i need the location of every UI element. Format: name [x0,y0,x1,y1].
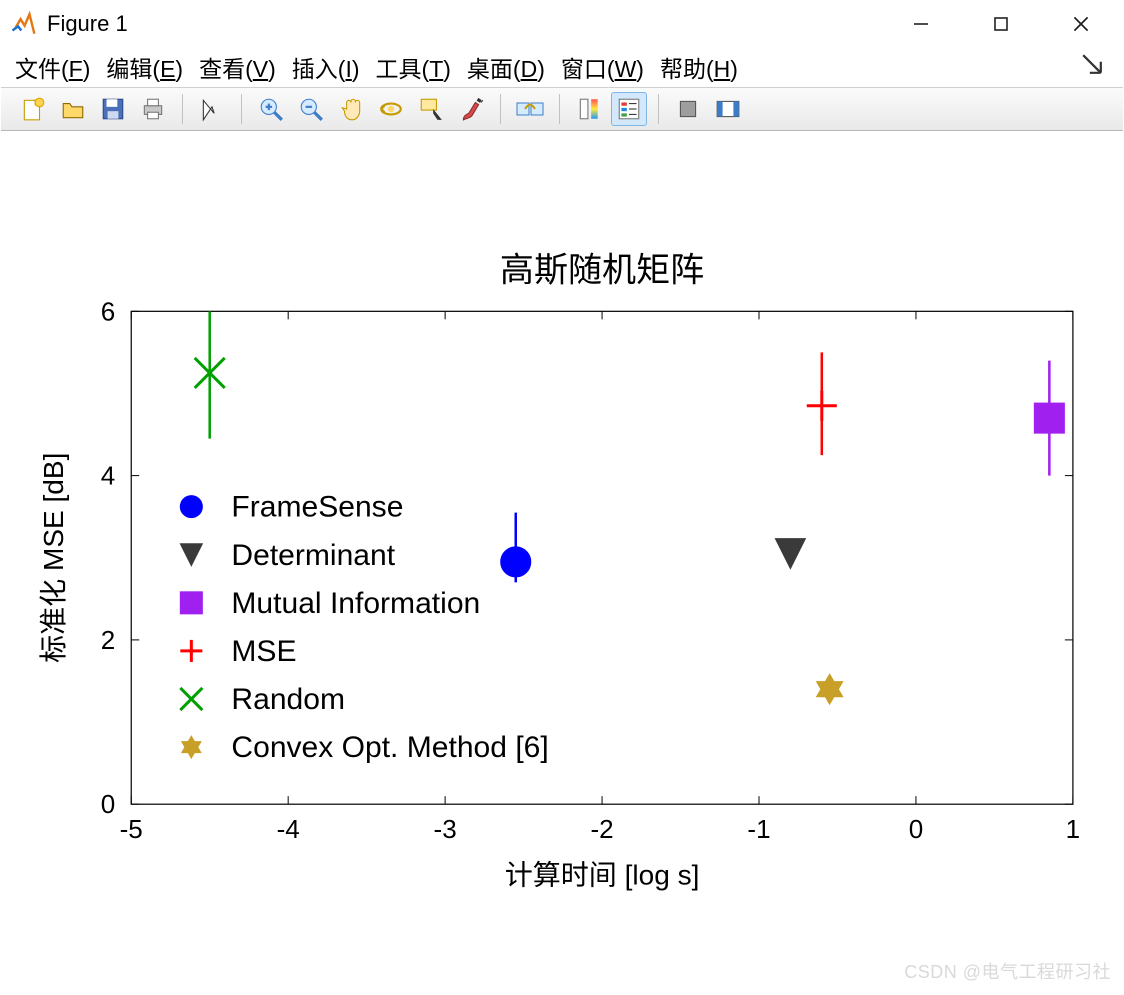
watermark: CSDN @电气工程研习社 [904,958,1111,984]
insert-legend-icon[interactable] [611,92,647,126]
svg-text:4: 4 [101,461,115,491]
dock-figure-button[interactable] [1081,53,1113,81]
svg-text:计算时间 [log s]: 计算时间 [log s] [505,859,700,890]
svg-text:MSE: MSE [231,635,296,668]
menu-edit[interactable]: 编辑(E) [102,50,187,84]
menu-help[interactable]: 帮助(H) [656,50,742,84]
svg-text:高斯随机矩阵: 高斯随机矩阵 [500,251,704,289]
svg-text:-4: -4 [277,814,300,844]
svg-text:6: 6 [101,296,115,326]
title-bar: Figure 1 [1,1,1123,47]
menu-tools[interactable]: 工具(T) [372,50,455,84]
show-plot-tools-icon[interactable] [710,92,746,126]
menu-file[interactable]: 文件(F) [11,50,94,84]
edit-plot-icon[interactable] [194,92,230,126]
data-cursor-icon[interactable] [413,92,449,126]
zoom-out-icon[interactable] [293,92,329,126]
svg-text:-2: -2 [590,814,613,844]
legend-item[interactable]: Convex Opt. Method [6] [182,731,549,764]
scatter-plot: -5 -4 -3 -2 -1 0 1 0 2 4 6 高斯随机矩阵计算时间 [log s] 标准化 MS… [1,133,1123,995]
window-title: Figure 1 [47,11,128,37]
matlab-app-icon [9,10,37,38]
figure-canvas[interactable]: -5 -4 -3 -2 -1 0 1 0 2 4 6 高斯随机矩阵计算时间 [log s] 标准化 MS… [1,133,1123,994]
link-plots-icon[interactable] [512,92,548,126]
menu-view[interactable]: 查看(V) [195,50,280,84]
svg-text:1: 1 [1066,814,1080,844]
pan-icon[interactable] [333,92,369,126]
figure-toolbar [1,87,1123,131]
svg-text:Convex Opt. Method [6]: Convex Opt. Method [6] [231,731,548,764]
new-figure-icon[interactable] [15,92,51,126]
print-icon[interactable] [135,92,171,126]
menu-insert[interactable]: 插入(I) [288,50,364,84]
svg-text:-3: -3 [434,814,457,844]
window-close-button[interactable] [1061,4,1101,44]
menu-desktop[interactable]: 桌面(D) [463,50,549,84]
figure-window: Figure 1 文件(F) 编辑(E) 查看(V) 插入(I) 工具(T) 桌… [0,0,1124,995]
svg-text:-5: -5 [120,814,143,844]
svg-text:-1: -1 [747,814,770,844]
svg-text:Random: Random [231,683,345,716]
hide-plot-tools-icon[interactable] [670,92,706,126]
insert-colorbar-icon[interactable] [571,92,607,126]
window-minimize-button[interactable] [901,4,941,44]
menu-window[interactable]: 窗口(W) [557,50,648,84]
window-maximize-button[interactable] [981,4,1021,44]
svg-text:标准化 MSE [dB]: 标准化 MSE [dB] [38,453,69,663]
svg-text:FrameSense: FrameSense [231,491,403,524]
open-file-icon[interactable] [55,92,91,126]
save-icon[interactable] [95,92,131,126]
zoom-in-icon[interactable] [253,92,289,126]
svg-text:2: 2 [101,625,115,655]
brush-icon[interactable] [453,92,489,126]
svg-text:Mutual Information: Mutual Information [231,587,480,620]
svg-text:Determinant: Determinant [231,539,395,572]
rotate-3d-icon[interactable] [373,92,409,126]
menu-bar: 文件(F) 编辑(E) 查看(V) 插入(I) 工具(T) 桌面(D) 窗口(W… [1,47,1123,87]
svg-text:0: 0 [909,814,923,844]
svg-text:0: 0 [101,789,115,819]
